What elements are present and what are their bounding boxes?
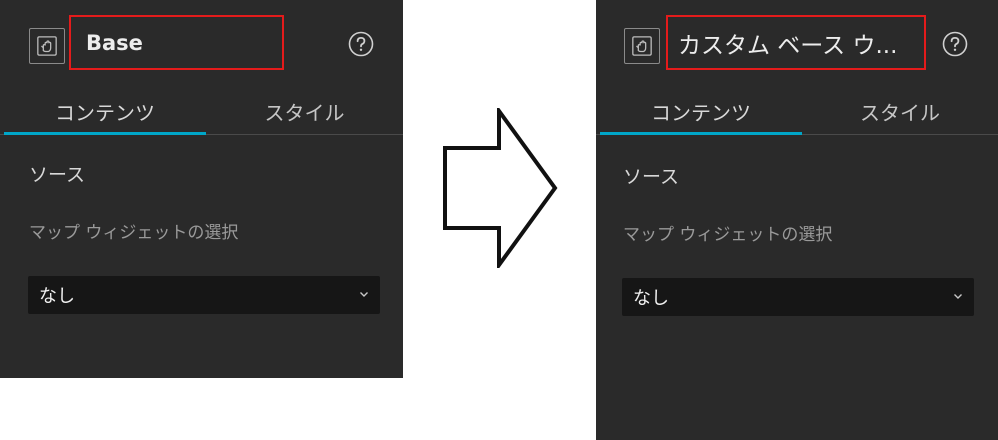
section-title: ソース: [29, 164, 86, 186]
tab-style[interactable]: スタイル: [206, 88, 403, 135]
widget-title[interactable]: Base: [86, 31, 143, 55]
widget-title-highlight: Base: [69, 15, 284, 70]
select-value: なし: [39, 286, 75, 307]
tab-style[interactable]: スタイル: [802, 88, 998, 135]
map-widget-select[interactable]: なし: [622, 278, 974, 316]
chevron-down-icon: [360, 292, 368, 297]
tab-bar: コンテンツ スタイル: [0, 88, 403, 135]
help-icon[interactable]: [348, 31, 374, 57]
active-tab-indicator: [600, 132, 802, 135]
help-icon[interactable]: [942, 31, 968, 57]
field-label: マップ ウィジェットの選択: [29, 223, 239, 243]
hand-icon: [624, 28, 660, 64]
select-value: なし: [633, 288, 669, 309]
settings-panel-before: Base コンテンツ スタイル ソース マップ ウィジェットの選択 なし: [0, 0, 403, 378]
widget-title-highlight: カスタム ベース ウ...: [666, 15, 926, 70]
tab-content[interactable]: コンテンツ: [600, 88, 802, 135]
chevron-down-icon: [954, 294, 962, 299]
map-widget-select[interactable]: なし: [28, 276, 380, 314]
tab-bar: コンテンツ スタイル: [596, 88, 998, 135]
arrow-right-icon: [443, 108, 558, 268]
active-tab-indicator: [4, 132, 206, 135]
section-title: ソース: [623, 166, 680, 188]
hand-icon: [29, 28, 65, 64]
field-label: マップ ウィジェットの選択: [623, 225, 833, 245]
tab-content[interactable]: コンテンツ: [4, 88, 206, 135]
widget-title[interactable]: カスタム ベース ウ...: [678, 26, 897, 60]
settings-panel-after: カスタム ベース ウ... コンテンツ スタイル ソース マップ ウィジェットの…: [596, 0, 998, 440]
